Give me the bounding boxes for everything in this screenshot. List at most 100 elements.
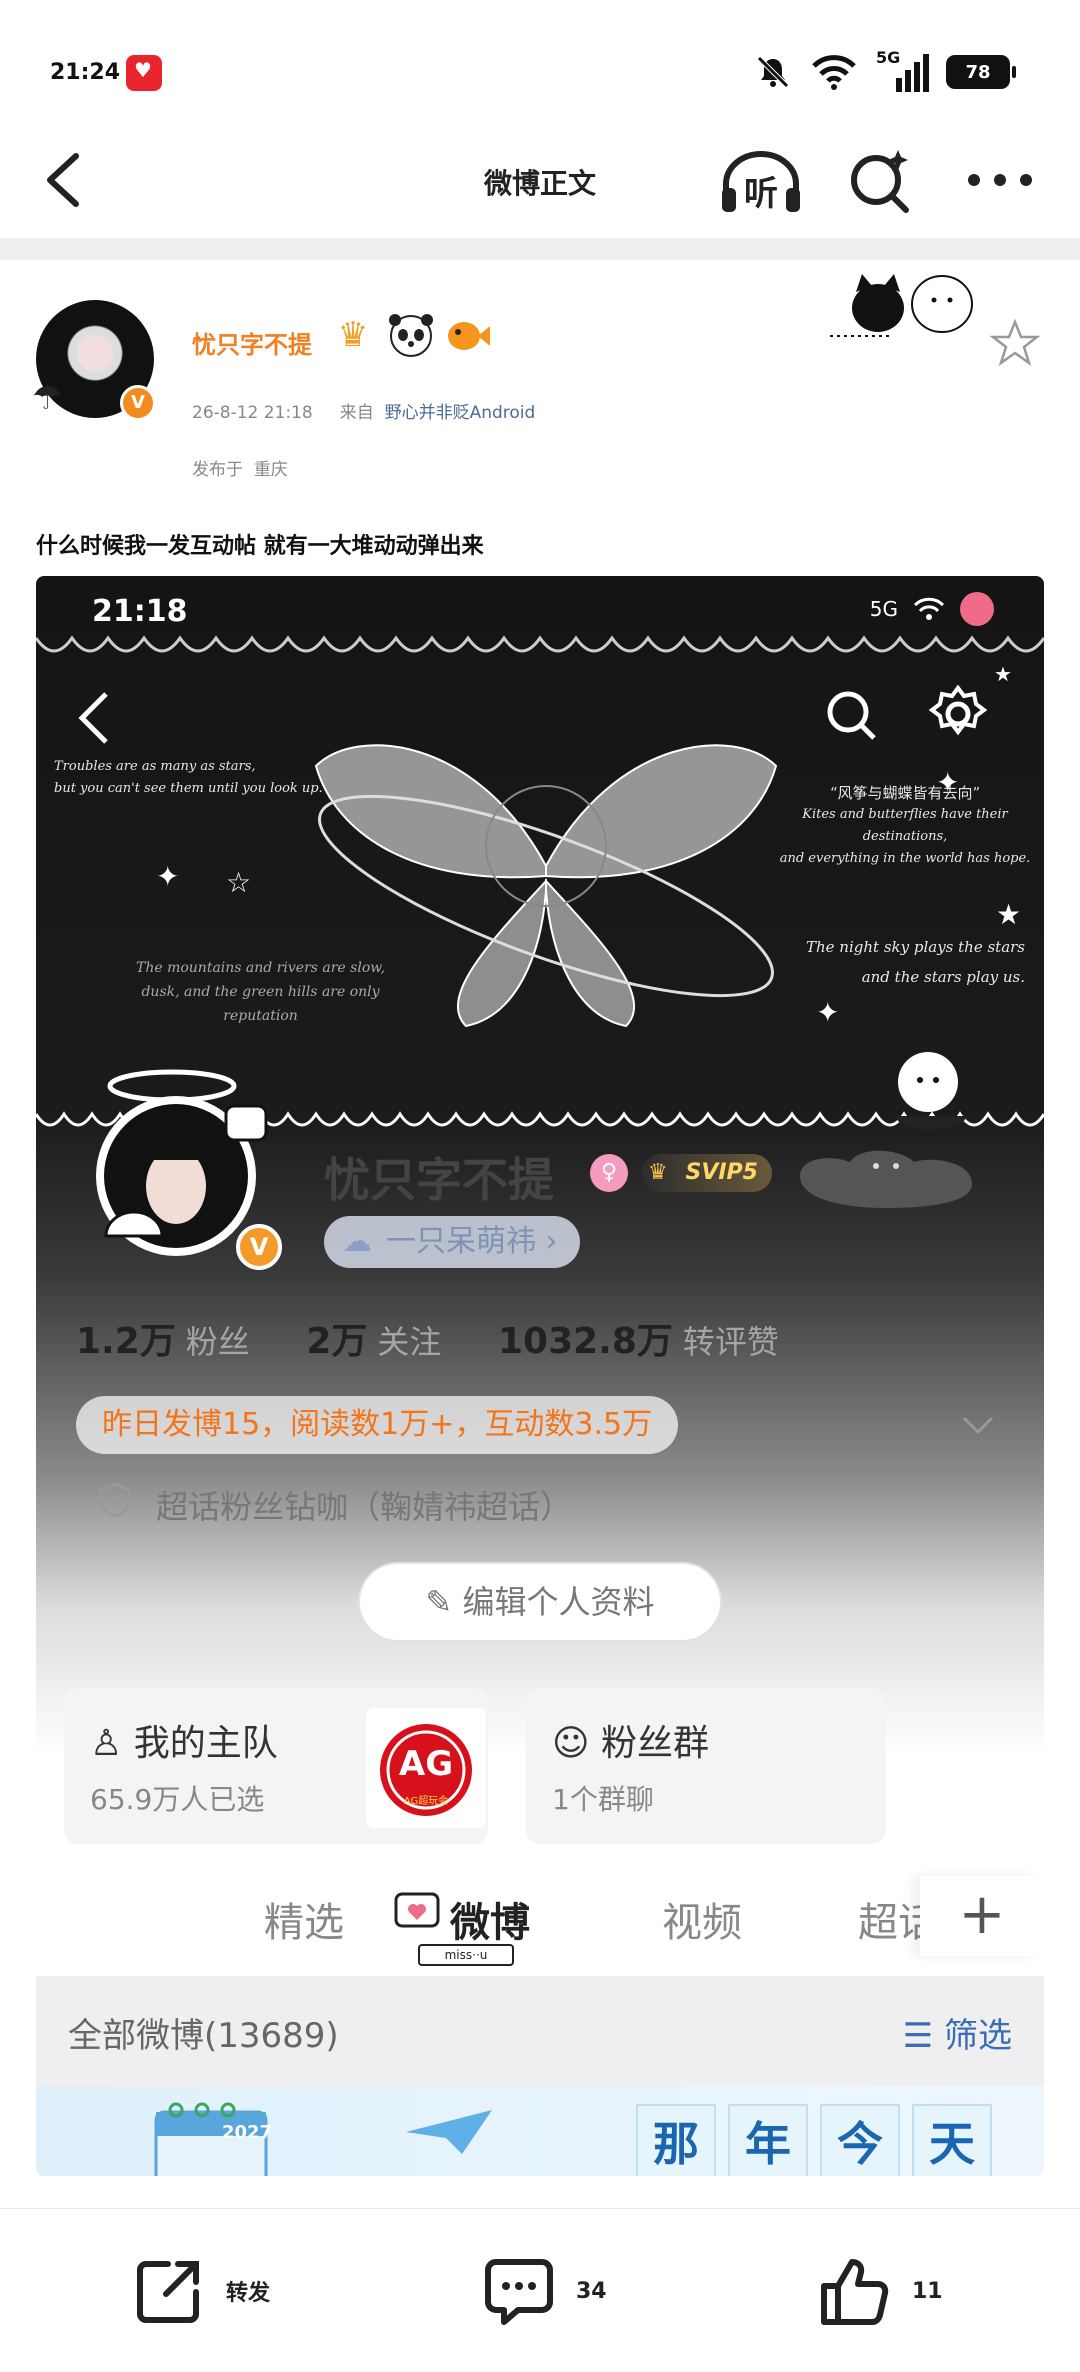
follow-count: 2万 [306, 1321, 368, 1362]
post-timestamp: 26-8-12 21:18 [192, 403, 313, 423]
status-time: 21:24 [50, 60, 121, 85]
verified-badge: V [120, 385, 156, 421]
ag-logo-text: AG [398, 1744, 454, 1784]
battery-icon: 78 [946, 55, 1016, 89]
panda-badge-icon[interactable] [386, 312, 436, 358]
pencil-icon: ✎ [425, 1583, 463, 1621]
butterfly-artwork-icon [314, 744, 778, 1028]
calendar-icon [154, 2102, 268, 2176]
bottom-action-bar: 转发 34 11 [0, 2208, 1080, 2372]
svip-text: SVIP5 [685, 1160, 759, 1185]
group-icon: ☺ [552, 1723, 601, 1764]
sparkle-icon: ★ [994, 662, 1012, 686]
fan-group-card: ☺ 粉丝群 1个群聊 [526, 1688, 886, 1844]
status-bar: 21:24 5G 78 [0, 0, 1080, 130]
section-divider [0, 238, 1080, 260]
wifi-icon [812, 55, 856, 90]
quote-line: but you can't see them until you look up… [54, 781, 323, 796]
post-source-link[interactable]: 野心并非贬Android [385, 403, 536, 423]
listen-button[interactable]: 听 [718, 144, 804, 216]
fan-group-title: ☺ 粉丝群 [552, 1714, 709, 1766]
thumbs-up-icon [821, 2259, 889, 2325]
quote-line: Kites and butterflies have their destina… [802, 807, 1008, 844]
edit-profile-button: ✎ 编辑个人资料 [358, 1562, 722, 1642]
network-type: 5G [876, 48, 901, 67]
banner-year: 2027 [222, 2122, 273, 2143]
fan-group-sub: 1个群聊 [552, 1783, 654, 1816]
cloud-icon: ☁ [342, 1224, 372, 1259]
sparkle-icon: ★ [996, 898, 1022, 931]
top-nav-bar: 微博正文 听 [0, 130, 1080, 238]
chevron-down-icon [962, 1416, 994, 1435]
fish-badge-icon[interactable] [442, 312, 492, 358]
miss-u-tag: miss··u [418, 1944, 514, 1966]
image-network: 5G [869, 597, 898, 621]
ai-search-icon[interactable] [846, 146, 916, 216]
quote-line: Troubles are as many as stars, [54, 759, 256, 774]
post-location: 发布于 重庆 [192, 455, 288, 480]
umbrella-pendant-icon: ☂ [32, 378, 63, 418]
comment-button[interactable]: 34 [482, 2251, 607, 2331]
panda-face-icon [389, 314, 433, 357]
heart-chat-icon [394, 1892, 440, 1928]
quote-right-mid: The night sky plays the stars and the st… [806, 932, 1025, 992]
image-back-icon [78, 692, 108, 744]
post-image[interactable]: 21:18 5G Troubles are as many as stars, … [36, 576, 1044, 2176]
favorite-star-icon[interactable] [990, 318, 1040, 368]
filter-icon: ☰ [902, 2016, 944, 2056]
tab-featured: 精选 [264, 1900, 344, 1946]
image-settings-gear-icon [928, 684, 988, 736]
post-meta: 26-8-12 21:18 来自 野心并非贬Android [192, 398, 535, 423]
repost-label: 转发 [226, 2281, 271, 2306]
quote-line: The night sky plays the stars [806, 938, 1026, 956]
nickname-text: 一只呆萌祎 [386, 1224, 536, 1259]
tab-video: 视频 [662, 1900, 742, 1946]
all-weibo-bar: 全部微博(13689) ☰ 筛选 [36, 1976, 1044, 2086]
edit-profile-label: 编辑个人资料 [462, 1583, 655, 1621]
image-status-icons: 5G [870, 592, 994, 626]
likes-label: 转评赞 [682, 1323, 779, 1361]
fans-label: 粉丝 [185, 1323, 250, 1361]
image-profile-stats: 1.2万 粉丝 2万 关注 1032.8万 转评赞 [76, 1312, 823, 1364]
my-team-title-text: 我的主队 [133, 1723, 278, 1764]
tab-weibo: 微博 [450, 1900, 530, 1946]
image-nickname-tag: ☁ 一只呆萌祎 › [324, 1216, 580, 1268]
filter-label: 筛选 [944, 2016, 1012, 2056]
cat-dog-sticker-icon [830, 274, 973, 337]
quote-line: “风筝与蝴蝶皆有去向” [829, 784, 981, 802]
chevron-right-icon: › [545, 1224, 558, 1259]
image-profile-name: 忧只字不提 [324, 1153, 554, 1207]
super-topic-text: 超话粉丝钻咖（鞠婧祎超话） [156, 1488, 573, 1526]
post-text: 什么时候我一发互动帖 就有一大堆动动弹出来 [36, 534, 484, 559]
sparkle-icon: ✦ [936, 766, 960, 799]
comment-bubble-icon [485, 2259, 553, 2325]
author-username[interactable]: 忧只字不提 [192, 325, 312, 360]
all-weibo-count: 全部微博(13689) [68, 2016, 339, 2056]
repost-button[interactable]: 转发 [132, 2251, 270, 2331]
fan-group-title-text: 粉丝群 [600, 1723, 709, 1764]
image-search-icon [827, 691, 876, 740]
female-gender-icon: ♀ [590, 1154, 628, 1192]
image-battery-icon [960, 592, 994, 626]
crown-badge-icon[interactable]: ♛ [328, 312, 378, 358]
yesterday-summary: 昨日发博15，阅读数1万+，互动数3.5万 [76, 1396, 679, 1454]
lace-border-top [36, 635, 1044, 653]
page-title: 微博正文 [483, 167, 596, 200]
filter-control: ☰ 筛选 [903, 2008, 1012, 2057]
listen-label: 听 [744, 174, 778, 214]
quote-line: and everything in the world has hope. [779, 851, 1031, 866]
follow-label: 关注 [377, 1323, 442, 1361]
banner-char: 那 [636, 2104, 716, 2176]
team-icon: ♙ [90, 1723, 134, 1764]
status-icons: 5G 78 [754, 48, 1016, 94]
ag-team-logo: AG AG超玩会 [366, 1708, 486, 1828]
mute-bell-icon [757, 56, 789, 88]
crown-icon: ♛ [648, 1160, 668, 1185]
image-status-time: 21:18 [92, 594, 188, 629]
like-count: 11 [912, 2278, 943, 2304]
more-options-icon[interactable] [960, 152, 1040, 208]
like-button[interactable]: 11 [818, 2251, 943, 2331]
on-this-day-banner: 2027 那 年 今 天 [36, 2086, 1044, 2176]
paper-plane-icon [406, 2110, 492, 2154]
shield-icon [99, 1482, 131, 1518]
